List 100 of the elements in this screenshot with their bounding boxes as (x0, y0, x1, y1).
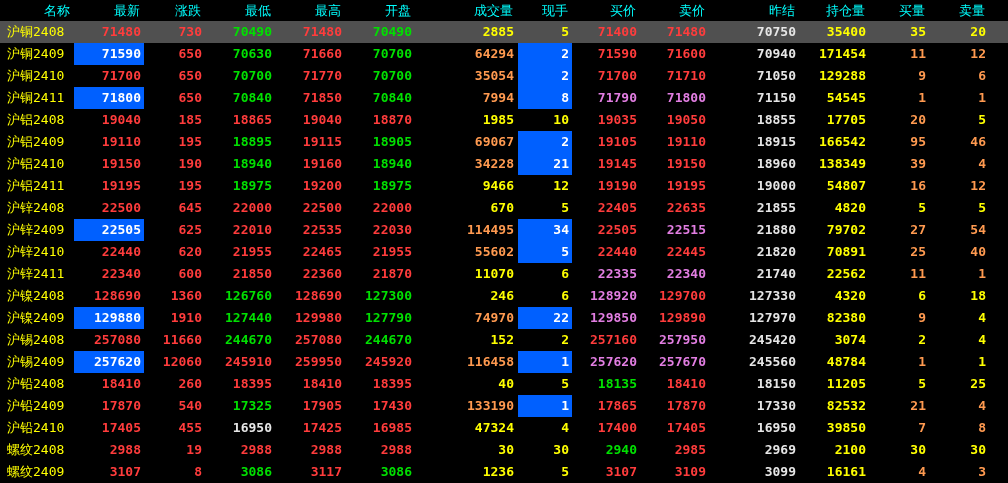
table-cell: 4 (978, 157, 986, 171)
contract-name: 沪镍2408 (6, 287, 66, 305)
column-header[interactable]: 卖价 (640, 0, 709, 21)
table-cell: 22505 (101, 223, 141, 237)
table-cell: 245560 (749, 355, 796, 369)
table-cell: 260 (178, 377, 202, 391)
table-cell: 133190 (467, 399, 514, 413)
table-cell: 129980 (295, 311, 342, 325)
table-cell: 8 (194, 465, 202, 479)
table-cell: 8 (561, 91, 569, 105)
table-cell: 18410 (666, 377, 706, 391)
table-cell: 17405 (666, 421, 706, 435)
column-header[interactable]: 持仓量 (799, 0, 869, 21)
table-cell: 6 (561, 267, 569, 281)
column-header[interactable]: 成交量 (415, 0, 517, 21)
table-cell: 8 (978, 421, 986, 435)
table-cell: 71480 (302, 25, 342, 39)
table-cell: 71710 (666, 69, 706, 83)
table-cell: 18135 (597, 377, 637, 391)
table-cell: 6 (978, 69, 986, 83)
table-cell: 16950 (232, 421, 272, 435)
table-cell: 95 (910, 135, 926, 149)
table-cell: 22500 (302, 201, 342, 215)
table-cell: 70750 (756, 25, 796, 39)
table-cell: 166542 (819, 135, 866, 149)
table-cell: 17430 (372, 399, 412, 413)
table-cell: 129288 (819, 69, 866, 83)
contract-name: 沪锡2409 (6, 353, 66, 371)
contract-name: 沪铝2411 (6, 177, 66, 195)
table-cell: 18975 (372, 179, 412, 193)
column-header[interactable]: 开盘 (345, 0, 415, 21)
contract-name: 沪铝2409 (6, 133, 66, 151)
table-cell: 128690 (94, 289, 141, 303)
contract-name: 沪铝2410 (6, 155, 66, 173)
table-cell: 126760 (225, 289, 272, 303)
table-cell: 40 (498, 377, 514, 391)
table-cell: 1985 (482, 113, 514, 127)
table-cell: 70891 (826, 245, 866, 259)
table-cell: 5 (918, 377, 926, 391)
column-header[interactable]: 名称 (0, 0, 74, 21)
table-cell: 4 (978, 311, 986, 325)
column-header[interactable]: 涨跌 (144, 0, 205, 21)
column-header[interactable]: 最低 (205, 0, 275, 21)
table-cell: 19150 (101, 157, 141, 171)
table-cell: 18410 (302, 377, 342, 391)
contract-name: 沪铜2410 (6, 67, 66, 85)
table-cell: 19195 (666, 179, 706, 193)
table-cell: 48784 (826, 355, 866, 369)
table-cell: 3107 (605, 465, 637, 479)
table-cell: 34228 (474, 157, 514, 171)
table-cell: 6 (918, 289, 926, 303)
table-cell: 127330 (749, 289, 796, 303)
table-cell: 79702 (826, 223, 866, 237)
table-cell: 5 (561, 245, 569, 259)
column-header[interactable]: 昨结 (709, 0, 799, 21)
table-cell: 245920 (365, 355, 412, 369)
table-cell: 18975 (232, 179, 272, 193)
table-cell: 27 (910, 223, 926, 237)
table-cell: 82380 (826, 311, 866, 325)
table-cell: 19105 (597, 135, 637, 149)
table-cell: 17325 (232, 399, 272, 413)
column-header[interactable]: 最新 (74, 0, 144, 21)
column-header[interactable]: 买量 (869, 0, 929, 21)
table-cell: 16 (910, 179, 926, 193)
table-cell: 4 (561, 421, 569, 435)
table-cell: 12060 (162, 355, 202, 369)
table-cell: 19050 (666, 113, 706, 127)
quote-row[interactable]: 沪铜2408 71480 730 70490 71480 70490 2885 5 71400 71480 70750 35400 35 20 (0, 21, 1008, 43)
table-cell: 18870 (372, 113, 412, 127)
table-cell: 22030 (372, 223, 412, 237)
table-cell: 19200 (302, 179, 342, 193)
table-cell: 7994 (482, 91, 514, 105)
table-cell: 18410 (101, 377, 141, 391)
table-cell: 39 (910, 157, 926, 171)
table-cell: 257620 (94, 355, 141, 369)
column-header[interactable]: 卖量 (929, 0, 989, 21)
table-cell: 54545 (826, 91, 866, 105)
column-header[interactable]: 现手 (517, 0, 572, 21)
table-cell: 257950 (659, 333, 706, 347)
table-cell: 4 (918, 465, 926, 479)
table-cell: 7 (918, 421, 926, 435)
table-cell: 21820 (756, 245, 796, 259)
table-cell: 16161 (826, 465, 866, 479)
table-cell: 70700 (372, 69, 412, 83)
table-cell: 22000 (372, 201, 412, 215)
table-cell: 20 (910, 113, 926, 127)
table-cell: 2 (561, 47, 569, 61)
table-cell: 30 (498, 443, 514, 457)
contract-name: 沪镍2409 (6, 309, 66, 327)
column-header[interactable]: 买价 (572, 0, 640, 21)
contract-name: 沪铜2411 (6, 89, 66, 107)
table-cell: 22 (553, 311, 569, 325)
table-cell: 25 (910, 245, 926, 259)
table-cell: 54807 (826, 179, 866, 193)
table-cell: 19150 (666, 157, 706, 171)
table-cell: 3 (978, 465, 986, 479)
table-cell: 21870 (372, 267, 412, 281)
column-header[interactable]: 最高 (275, 0, 345, 21)
table-cell: 244670 (225, 333, 272, 347)
table-cell: 22465 (302, 245, 342, 259)
